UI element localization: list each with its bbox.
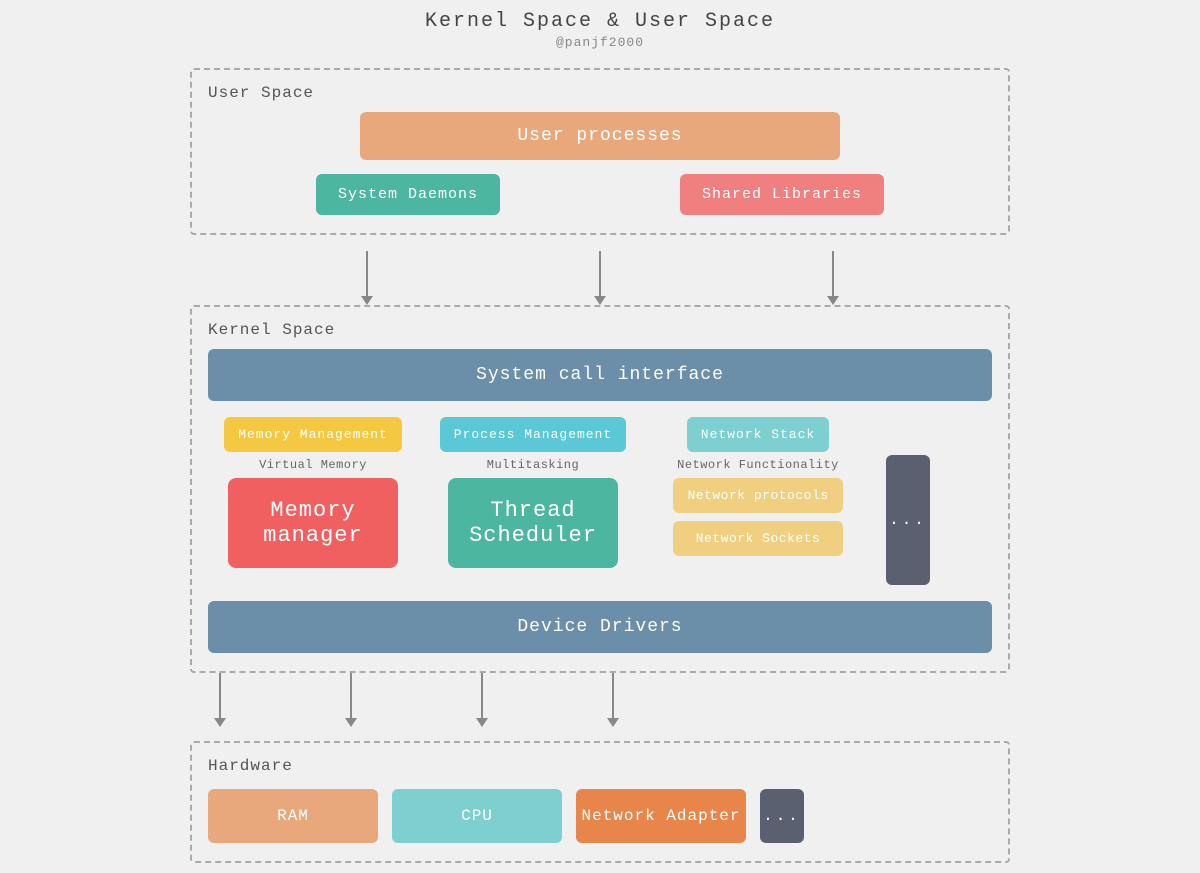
main-title: Kernel Space & User Space xyxy=(425,10,775,33)
ram-box: RAM xyxy=(208,789,378,843)
hw-arrow-line-2 xyxy=(350,673,352,718)
cpu-box: CPU xyxy=(392,789,562,843)
virtual-memory-label: Virtual Memory xyxy=(259,458,367,472)
col-process: Process Management Multitasking ThreadSc… xyxy=(428,417,638,568)
col-more-kernel: ... xyxy=(878,417,938,585)
memory-manager-box: Memorymanager xyxy=(228,478,398,568)
hw-arrow-4 xyxy=(607,673,619,727)
memory-management-box: Memory Management xyxy=(224,417,402,452)
outer-container: User Space User processes System Daemons… xyxy=(190,68,1010,863)
process-management-box: Process Management xyxy=(440,417,626,452)
multitasking-label: Multitasking xyxy=(487,458,579,472)
hw-arrow-line-1 xyxy=(219,673,221,718)
hw-arrow-head-3 xyxy=(476,718,488,727)
hw-arrow-line-4 xyxy=(612,673,614,718)
shared-libraries-box: Shared Libraries xyxy=(680,174,884,215)
system-daemons-box: System Daemons xyxy=(316,174,500,215)
network-functionality-label: Network Functionality xyxy=(677,458,839,472)
network-adapter-box: Network Adapter xyxy=(576,789,746,843)
user-space-section: User Space User processes System Daemons… xyxy=(190,68,1010,235)
hw-arrow-head-2 xyxy=(345,718,357,727)
device-drivers-bar: Device Drivers xyxy=(208,601,992,653)
arrow-line-1 xyxy=(366,251,368,296)
user-processes-box: User processes xyxy=(360,112,840,160)
hw-arrow-line-3 xyxy=(481,673,483,718)
kernel-space-section: Kernel Space System call interface Memor… xyxy=(190,305,1010,673)
kernel-to-hw-arrows xyxy=(190,673,1010,727)
kernel-space-label: Kernel Space xyxy=(208,321,992,339)
user-to-kernel-arrows xyxy=(190,251,1010,305)
more-hw-box: ... xyxy=(760,789,804,843)
network-protocols-box: Network protocols xyxy=(673,478,843,513)
arrow-2 xyxy=(594,251,606,305)
col-memory: Memory Management Virtual Memory Memorym… xyxy=(208,417,418,568)
arrow-line-2 xyxy=(599,251,601,296)
hw-arrow-head-1 xyxy=(214,718,226,727)
col-network: Network Stack Network Functionality Netw… xyxy=(648,417,868,556)
network-stack-box: Network Stack xyxy=(687,417,829,452)
kernel-mid-row: Memory Management Virtual Memory Memorym… xyxy=(208,417,992,585)
arrow-1 xyxy=(361,251,373,305)
arrow-line-3 xyxy=(832,251,834,296)
arrow-head-3 xyxy=(827,296,839,305)
hardware-section: Hardware RAM CPU Network Adapter ... xyxy=(190,741,1010,863)
user-second-row: System Daemons Shared Libraries xyxy=(208,174,992,215)
user-space-label: User Space xyxy=(208,84,992,102)
thread-scheduler-box: ThreadScheduler xyxy=(448,478,618,568)
hardware-label: Hardware xyxy=(208,757,992,775)
more-kernel-box: ... xyxy=(886,455,930,585)
hw-arrow-2 xyxy=(345,673,357,727)
arrow-3 xyxy=(827,251,839,305)
arrow-head-2 xyxy=(594,296,606,305)
hw-arrow-head-4 xyxy=(607,718,619,727)
user-processes-row: User processes xyxy=(208,112,992,160)
arrow-head-1 xyxy=(361,296,373,305)
network-sockets-box: Network Sockets xyxy=(673,521,843,556)
hw-arrow-1 xyxy=(214,673,226,727)
diagram-wrapper: Kernel Space & User Space @panjf2000 Use… xyxy=(0,0,1200,873)
subtitle: @panjf2000 xyxy=(556,35,644,50)
syscall-bar: System call interface xyxy=(208,349,992,401)
hw-arrow-3 xyxy=(476,673,488,727)
hardware-row: RAM CPU Network Adapter ... xyxy=(208,789,992,843)
